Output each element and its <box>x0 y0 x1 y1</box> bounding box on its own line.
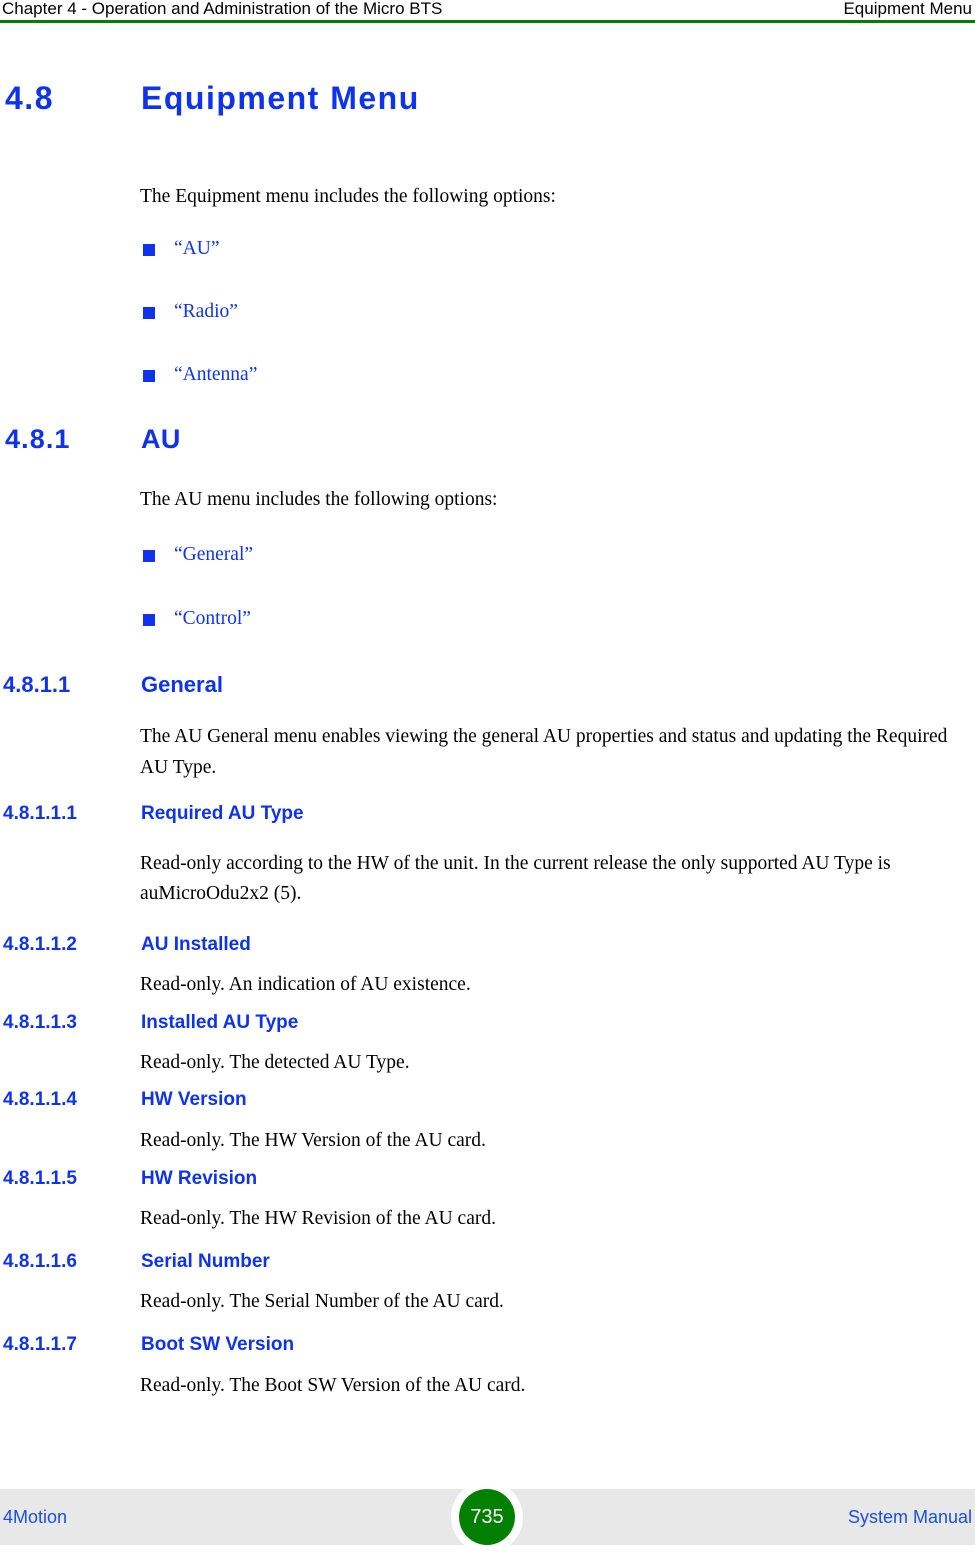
heading-4-8-1-title: AU <box>141 424 181 454</box>
heading-4-8-1-1-7-title: Boot SW Version <box>141 1334 295 1355</box>
list-item-control[interactable]: “Control” <box>140 608 940 632</box>
paragraph-required-au-type-body: Read-only according to the HW of the uni… <box>140 853 891 904</box>
list-item-general[interactable]: “General” <box>140 544 940 568</box>
page-number-badge: 735 <box>451 1481 523 1553</box>
heading-4-8-1-1-title: General <box>141 672 223 697</box>
heading-4-8-1-1-6-number: 4.8.1.1.6 <box>3 1251 77 1272</box>
header-chapter-title: Chapter 4 - Operation and Administration… <box>2 0 443 18</box>
header-section-title: Equipment Menu <box>843 0 972 18</box>
paragraph-hw-revision-body: Read-only. The HW Revision of the AU car… <box>140 1208 496 1229</box>
bullet-square-icon <box>143 244 155 256</box>
paragraph-serial-number-body: Read-only. The Serial Number of the AU c… <box>140 1291 504 1312</box>
bullet-square-icon <box>143 614 155 626</box>
heading-4-8-1-1-3-number: 4.8.1.1.3 <box>3 1012 77 1033</box>
heading-4-8-title: Equipment Menu <box>141 80 420 116</box>
heading-4-8-1-1-4-number: 4.8.1.1.4 <box>3 1089 77 1110</box>
heading-4-8-1-1-1-number: 4.8.1.1.1 <box>3 803 77 824</box>
footer-product-name[interactable]: 4Motion <box>3 1506 67 1528</box>
footer-document-name[interactable]: System Manual <box>848 1506 972 1528</box>
page-content: 4.8 Equipment Menu The Equipment menu in… <box>0 23 975 1474</box>
heading-4-8-1-1-3-title: Installed AU Type <box>141 1012 299 1033</box>
heading-4-8-1-1-7-number: 4.8.1.1.7 <box>3 1334 77 1355</box>
heading-4-8-1-1-number: 4.8.1.1 <box>3 672 71 697</box>
heading-4-8-1-1-1-title: Required AU Type <box>141 803 304 824</box>
heading-4-8-1-1-2-number: 4.8.1.1.2 <box>3 934 77 955</box>
paragraph-au-installed-body: Read-only. An indication of AU existence… <box>140 974 471 995</box>
heading-4-8-1-1-2-title: AU Installed <box>141 934 251 955</box>
page-number-circle: 735 <box>459 1489 515 1545</box>
paragraph-boot-sw-version-body: Read-only. The Boot SW Version of the AU… <box>140 1375 526 1396</box>
paragraph-hw-version-body: Read-only. The HW Version of the AU card… <box>140 1130 486 1151</box>
page-number-text: 735 <box>470 1506 504 1528</box>
paragraph-au-intro: The AU menu includes the following optio… <box>140 489 498 510</box>
paragraph-equipment-intro: The Equipment menu includes the followin… <box>140 186 556 207</box>
paragraph-installed-au-type-body: Read-only. The detected AU Type. <box>140 1052 410 1073</box>
page-footer: 4Motion 735 System Manual <box>0 1481 975 1553</box>
bullet-square-icon <box>143 370 155 382</box>
heading-4-8-1-1-5-title: HW Revision <box>141 1168 258 1189</box>
list-item-antenna-label[interactable]: “Antenna” <box>174 362 257 388</box>
bullet-square-icon <box>143 550 155 562</box>
list-item-control-label[interactable]: “Control” <box>174 606 251 632</box>
heading-4-8-1-number: 4.8.1 <box>5 424 71 454</box>
list-item-general-label[interactable]: “General” <box>174 542 253 568</box>
bullet-square-icon <box>143 307 155 319</box>
list-item-au-label[interactable]: “AU” <box>174 236 219 262</box>
list-item-radio-label[interactable]: “Radio” <box>174 299 238 325</box>
heading-4-8-1-1-4-title: HW Version <box>141 1089 247 1110</box>
heading-4-8-1-1-6-title: Serial Number <box>141 1251 270 1272</box>
heading-4-8-1-1-5-number: 4.8.1.1.5 <box>3 1168 77 1189</box>
list-item-radio[interactable]: “Radio” <box>140 301 940 325</box>
paragraph-general-body: The AU General menu enables viewing the … <box>140 726 948 778</box>
list-item-antenna[interactable]: “Antenna” <box>140 364 940 388</box>
list-item-au[interactable]: “AU” <box>140 238 940 262</box>
heading-4-8-number: 4.8 <box>5 80 54 116</box>
